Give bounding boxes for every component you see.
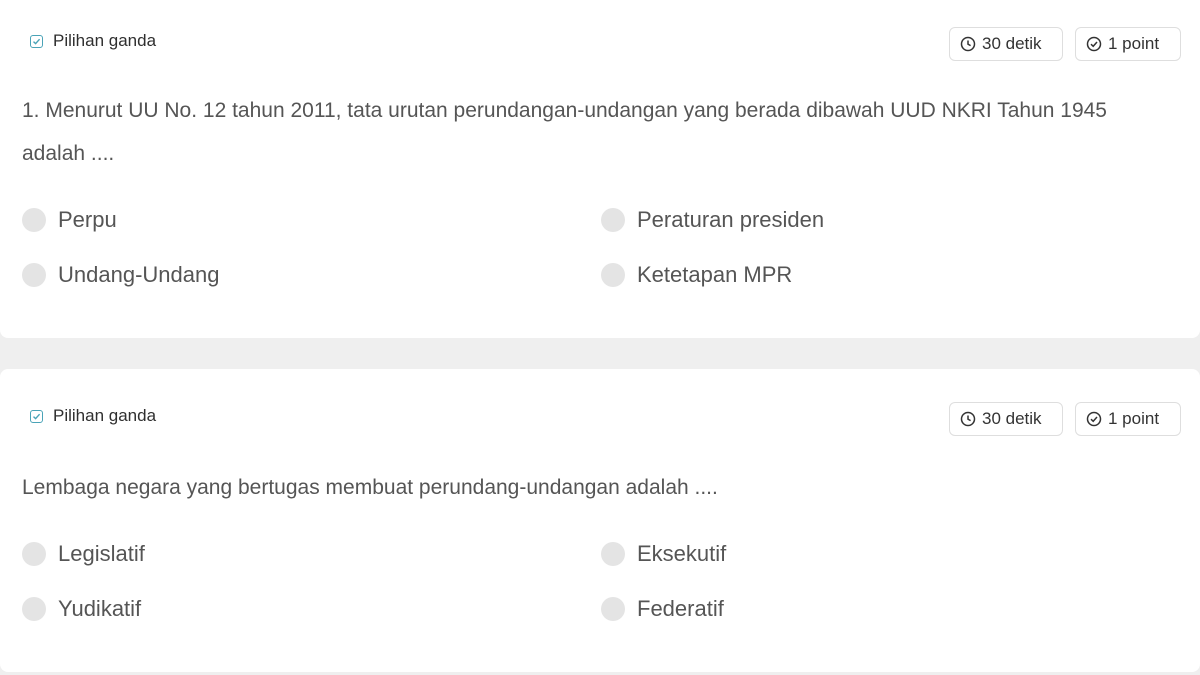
option-label: Legislatif	[58, 541, 145, 566]
radio-button[interactable]	[601, 263, 625, 287]
radio-button[interactable]	[22, 208, 46, 232]
time-label: 30 detik	[982, 34, 1042, 53]
clock-icon	[960, 36, 976, 52]
checkbox-icon	[30, 34, 43, 48]
option-label: Perpu	[58, 207, 117, 232]
answer-option[interactable]: Ketetapan MPR	[601, 262, 792, 288]
answer-option[interactable]: Perpu	[22, 207, 117, 233]
time-badge[interactable]: 30 detik	[949, 402, 1063, 436]
option-label: Eksekutif	[637, 541, 727, 566]
question-type-text: Pilihan ganda	[53, 406, 157, 425]
check-circle-icon	[1086, 411, 1102, 427]
answer-option[interactable]: Legislatif	[22, 541, 145, 567]
point-badge[interactable]: 1 point	[1075, 27, 1181, 61]
time-badge[interactable]: 30 detik	[949, 27, 1063, 61]
option-label: Peraturan presiden	[637, 207, 825, 232]
answer-option[interactable]: Federatif	[601, 596, 724, 622]
question-type-label: Pilihan ganda	[30, 31, 156, 51]
check-circle-icon	[1086, 36, 1102, 52]
answer-option[interactable]: Yudikatif	[22, 596, 141, 622]
radio-button[interactable]	[22, 597, 46, 621]
radio-button[interactable]	[22, 263, 46, 287]
answer-option[interactable]: Peraturan presiden	[601, 207, 824, 233]
point-badge[interactable]: 1 point	[1075, 402, 1181, 436]
question-type-text: Pilihan ganda	[53, 31, 157, 50]
question-text: Lembaga negara yang bertugas membuat per…	[22, 476, 718, 499]
answer-option[interactable]: Eksekutif	[601, 541, 726, 567]
radio-button[interactable]	[601, 208, 625, 232]
radio-button[interactable]	[601, 597, 625, 621]
option-label: Undang-Undang	[58, 262, 220, 287]
radio-button[interactable]	[22, 542, 46, 566]
clock-icon	[960, 411, 976, 427]
point-label: 1 point	[1108, 34, 1160, 53]
checkbox-icon	[30, 409, 43, 423]
option-label: Yudikatif	[58, 596, 142, 621]
answer-option[interactable]: Undang-Undang	[22, 262, 219, 288]
option-label: Ketetapan MPR	[637, 262, 793, 287]
time-label: 30 detik	[982, 409, 1042, 428]
question-type-label: Pilihan ganda	[30, 406, 156, 426]
point-label: 1 point	[1108, 409, 1160, 428]
option-label: Federatif	[637, 596, 724, 621]
radio-button[interactable]	[601, 542, 625, 566]
question-text: 1. Menurut UU No. 12 tahun 2011, tata ur…	[22, 99, 1107, 165]
